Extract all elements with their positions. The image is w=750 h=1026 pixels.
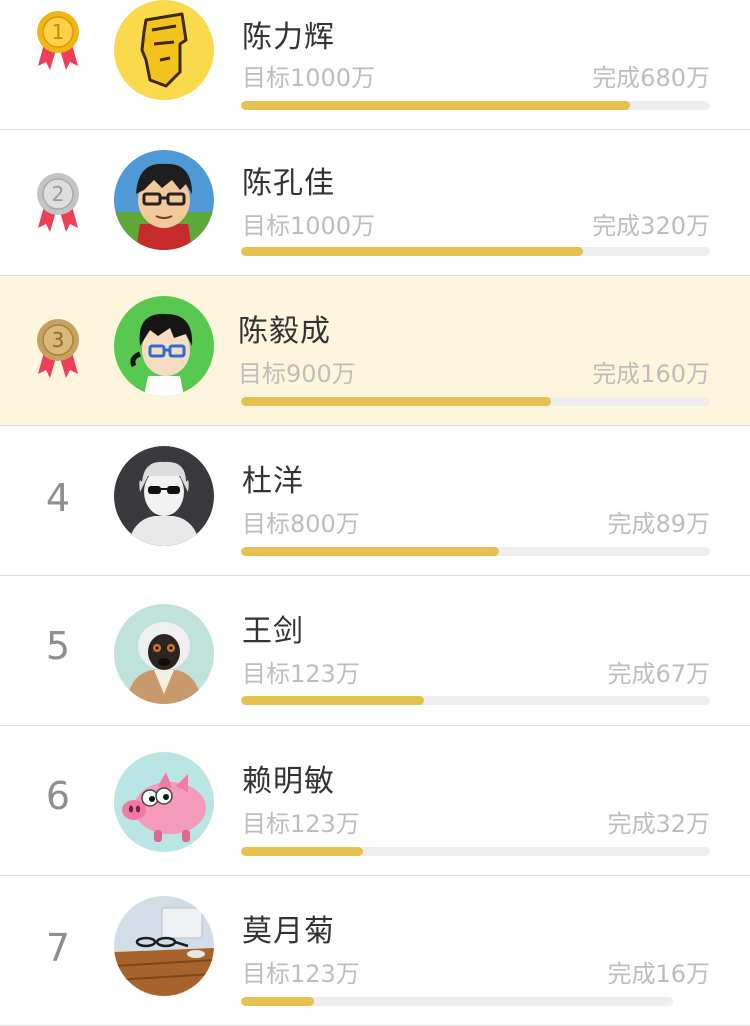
- target-amount: 目标123万: [242, 660, 360, 688]
- completed-amount: 完成680万: [592, 64, 710, 92]
- list-item-current-user[interactable]: 3 陈毅成 目标900万 完成160万: [0, 276, 750, 426]
- user-name: 陈力辉: [242, 20, 335, 55]
- completed-amount: 完成67万: [607, 660, 710, 688]
- cartoon-glasses-man-avatar-icon: [114, 150, 214, 250]
- target-amount: 目标800万: [242, 510, 360, 538]
- target-amount: 目标900万: [238, 360, 356, 388]
- desk-glasses-avatar-icon: [114, 896, 214, 996]
- rank-number: 4: [45, 476, 71, 520]
- pig-avatar-icon: [114, 752, 214, 852]
- progress-bar: [241, 997, 673, 1006]
- completed-amount: 完成89万: [607, 510, 710, 538]
- progress-bar: [241, 101, 710, 110]
- avatar[interactable]: [114, 604, 214, 704]
- progress-bar: [241, 247, 710, 256]
- progress-fill: [241, 247, 584, 256]
- avatar[interactable]: [114, 752, 214, 852]
- completed-amount: 完成32万: [607, 810, 710, 838]
- cartoon-helmet-avatar-icon: [114, 0, 214, 100]
- rank-number: 7: [45, 926, 71, 970]
- list-item[interactable]: 6 赖明敏 目标123万 完成32万: [0, 726, 750, 876]
- progress-fill: [241, 696, 424, 705]
- avatar[interactable]: [114, 896, 214, 996]
- progress-bar: [241, 547, 710, 556]
- rank-number: 6: [45, 774, 71, 818]
- user-name: 杜洋: [242, 464, 304, 499]
- cartoon-boy-avatar-icon: [114, 296, 214, 396]
- avatar[interactable]: [114, 296, 214, 396]
- medal-rank: 3: [52, 328, 65, 352]
- progress-fill: [241, 847, 363, 856]
- target-amount: 目标123万: [242, 960, 360, 988]
- medal-rank: 2: [52, 182, 65, 206]
- list-item[interactable]: 7 莫月菊 目标123万 完成16万: [0, 876, 750, 1026]
- bronze-medal-icon: 3: [37, 319, 79, 378]
- silver-medal-icon: 2: [37, 173, 79, 232]
- list-item[interactable]: 1 陈力辉 目标1000万 完成680万: [0, 0, 750, 130]
- progress-bar: [241, 397, 710, 406]
- completed-amount: 完成160万: [592, 360, 710, 388]
- progress-bar: [241, 696, 710, 705]
- list-item[interactable]: 5 王剑 目标123万 完成67万: [0, 576, 750, 726]
- target-amount: 目标1000万: [242, 212, 376, 240]
- user-name: 赖明敏: [242, 764, 335, 799]
- gold-medal-icon: 1: [37, 11, 79, 70]
- user-name: 王剑: [242, 614, 304, 649]
- avatar[interactable]: [114, 446, 214, 546]
- user-name: 陈孔佳: [242, 166, 335, 201]
- progress-bar: [241, 847, 710, 856]
- medal-rank: 1: [52, 20, 65, 44]
- monkey-avatar-icon: [114, 604, 214, 704]
- target-amount: 目标1000万: [242, 64, 376, 92]
- progress-fill: [241, 101, 631, 110]
- progress-fill: [241, 547, 499, 556]
- target-amount: 目标123万: [242, 810, 360, 838]
- user-name: 莫月菊: [242, 914, 335, 949]
- avatar[interactable]: [114, 0, 214, 100]
- progress-fill: [241, 997, 315, 1006]
- statue-sunglasses-avatar-icon: [114, 446, 214, 546]
- completed-amount: 完成16万: [607, 960, 710, 988]
- user-name: 陈毅成: [238, 314, 331, 349]
- list-item[interactable]: 2 陈孔佳 目标1000万 完成320万: [0, 130, 750, 276]
- avatar[interactable]: [114, 150, 214, 250]
- progress-fill: [241, 397, 551, 406]
- list-item[interactable]: 4 杜洋 目标800万 完成89万: [0, 426, 750, 576]
- completed-amount: 完成320万: [592, 212, 710, 240]
- rank-number: 5: [45, 624, 71, 668]
